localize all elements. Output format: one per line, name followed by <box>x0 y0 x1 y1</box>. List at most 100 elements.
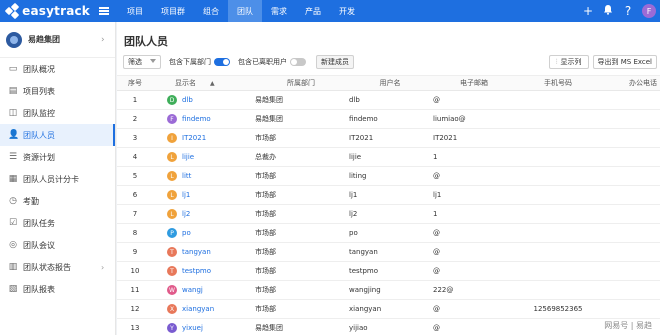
user-display-name[interactable]: IT2021 <box>182 134 206 142</box>
sidebar-item-monitor[interactable]: ◫ 团队监控 <box>0 102 115 124</box>
cell-username: po <box>349 229 358 237</box>
cell-name[interactable]: Ttangyan <box>153 247 251 257</box>
user-display-name[interactable]: lj2 <box>182 210 190 218</box>
menu-toggle-icon[interactable] <box>90 0 118 22</box>
header-dept[interactable]: 所属部门 <box>251 78 347 88</box>
nav-item-project[interactable]: 项目 <box>118 0 152 22</box>
user-display-name[interactable]: wangj <box>182 286 203 294</box>
header-user[interactable]: 用户名 <box>347 78 431 88</box>
table-row[interactable]: 4 Llijie 总裁办 lijie 1 <box>117 148 660 167</box>
cell-phone: 12569852365 <box>533 305 583 313</box>
cell-name[interactable]: Ddlb <box>153 95 251 105</box>
user-display-name[interactable]: yixuej <box>182 324 203 332</box>
plus-icon[interactable]: + <box>582 0 594 22</box>
cell-username: findemo <box>349 115 378 123</box>
cell-dept: 易趋集团 <box>255 96 283 104</box>
cell-name[interactable]: Xxiangyan <box>153 304 251 314</box>
header-mail[interactable]: 电子邮箱 <box>431 78 515 88</box>
table-header: 序号 显示名 ▲ 所属部门 用户名 电子邮箱 手机号码 办公电话 <box>117 75 660 91</box>
sidebar-item-label: 团队监控 <box>23 108 55 118</box>
sidebar-item-status-report[interactable]: ▥ 团队状态报告 › <box>0 256 115 278</box>
sidebar-item-scorecard[interactable]: ▦ 团队人员计分卡 <box>0 168 115 190</box>
brand[interactable]: easytrack <box>0 0 90 22</box>
cell-name[interactable]: Wwangj <box>153 285 251 295</box>
nav-item-portfolio[interactable]: 组合 <box>194 0 228 22</box>
toolbar: 筛选 包含下属部门 包含已离职用户 新建成员 <box>123 55 354 69</box>
user-display-name[interactable]: tangyan <box>182 248 211 256</box>
user-avatar-icon: X <box>167 304 177 314</box>
user-display-name[interactable]: findemo <box>182 115 211 123</box>
user-display-name[interactable]: dlb <box>182 96 193 104</box>
sidebar-item-meetings[interactable]: ◎ 团队会议 <box>0 234 115 256</box>
filter-button[interactable]: 筛选 <box>123 55 161 69</box>
list-icon: ▤ <box>8 86 18 96</box>
table-row[interactable]: 1 Ddlb 易趋集团 dlb @ <box>117 91 660 110</box>
cell-name[interactable]: Llijie <box>153 152 251 162</box>
cell-name[interactable]: Ffindemo <box>153 114 251 124</box>
header-office[interactable]: 办公电话 <box>601 78 660 88</box>
cell-name[interactable]: Llj2 <box>153 209 251 219</box>
new-member-button[interactable]: 新建成员 <box>316 55 354 69</box>
user-avatar[interactable]: F <box>642 4 656 18</box>
nav-item-product[interactable]: 产品 <box>296 0 330 22</box>
nav-item-dev[interactable]: 开发 <box>330 0 364 22</box>
cell-name[interactable]: Ppo <box>153 228 251 238</box>
table-row[interactable]: 3 I IT2021 市场部 IT2021 IT2021 <box>117 129 660 148</box>
nav-item-requirement[interactable]: 需求 <box>262 0 296 22</box>
chevron-right-icon: › <box>101 262 105 272</box>
cell-email: @ <box>433 172 440 180</box>
sidebar-item-tasks[interactable]: ☑ 团队任务 <box>0 212 115 234</box>
table-row[interactable]: 6 Llj1 市场部 lj1 lj1 <box>117 186 660 205</box>
user-display-name[interactable]: testpmo <box>182 267 211 275</box>
cell-email: @ <box>433 324 440 332</box>
show-columns-button[interactable]: ⫶ 显示列 <box>548 55 589 69</box>
table-row[interactable]: 2 Ffindemo 易趋集团 findemo liumiao@ <box>117 110 660 129</box>
sidebar-item-attendance[interactable]: ◷ 考勤 <box>0 190 115 212</box>
cell-no: 9 <box>132 248 138 256</box>
help-icon[interactable]: ? <box>622 0 634 22</box>
sidebar-item-reports[interactable]: ▧ 团队报表 <box>0 278 115 300</box>
cell-username: tangyan <box>349 248 378 256</box>
export-excel-button[interactable]: 导出到 MS Excel <box>592 55 657 69</box>
user-display-name[interactable]: lj1 <box>182 191 190 199</box>
user-display-name[interactable]: po <box>182 229 191 237</box>
include-left-toggle[interactable] <box>290 58 306 66</box>
table-row[interactable]: 9 Ttangyan 市场部 tangyan @ <box>117 243 660 262</box>
cell-name[interactable]: Llitt <box>153 171 251 181</box>
table-row[interactable]: 10 Ttestpmo 市场部 testpmo @ <box>117 262 660 281</box>
org-selector[interactable]: 易趋集团 › <box>0 22 115 58</box>
cell-name[interactable]: Llj1 <box>153 190 251 200</box>
table-row[interactable]: 5 Llitt 市场部 liting @ <box>117 167 660 186</box>
cell-username: xiangyan <box>349 305 382 313</box>
cell-username: yijiao <box>349 324 368 332</box>
cell-name[interactable]: Yyixuej <box>153 323 251 333</box>
table-row[interactable]: 13 Yyixuej 易趋集团 yijiao @ <box>117 319 660 335</box>
user-avatar-icon: L <box>167 171 177 181</box>
sidebar-item-resource-plan[interactable]: ☰ 资源计划 <box>0 146 115 168</box>
user-display-name[interactable]: xiangyan <box>182 305 214 313</box>
sidebar-item-overview[interactable]: ▭ 团队概况 <box>0 58 115 80</box>
nav-item-program[interactable]: 项目群 <box>152 0 194 22</box>
sidebar-item-members[interactable]: 👤 团队人员 <box>0 124 115 146</box>
page-title: 团队人员 <box>124 35 168 48</box>
bell-icon[interactable] <box>602 0 614 22</box>
table-row[interactable]: 8 Ppo 市场部 po @ <box>117 224 660 243</box>
header-name[interactable]: 显示名 ▲ <box>153 78 251 88</box>
user-display-name[interactable]: lijie <box>182 153 194 161</box>
header-phone[interactable]: 手机号码 <box>515 78 601 88</box>
right-tools: ⫶ 显示列 导出到 MS Excel <box>548 55 657 69</box>
include-sub-toggle[interactable] <box>214 58 230 66</box>
cell-name[interactable]: Ttestpmo <box>153 266 251 276</box>
sidebar-item-label: 团队人员 <box>23 130 55 140</box>
cell-name[interactable]: I IT2021 <box>153 133 251 143</box>
cell-username: IT2021 <box>349 134 374 142</box>
header-no[interactable]: 序号 <box>117 78 153 88</box>
table-row[interactable]: 12 Xxiangyan 市场部 xiangyan @12569852365 <box>117 300 660 319</box>
cell-dept: 市场部 <box>255 229 276 237</box>
table-row[interactable]: 7 Llj2 市场部 lj2 1 <box>117 205 660 224</box>
table-row[interactable]: 11 Wwangj 市场部 wangjing 222@ <box>117 281 660 300</box>
sidebar-item-projects[interactable]: ▤ 项目列表 <box>0 80 115 102</box>
nav-item-team[interactable]: 团队 <box>228 0 262 22</box>
cell-email: @ <box>433 248 440 256</box>
user-display-name[interactable]: litt <box>182 172 191 180</box>
